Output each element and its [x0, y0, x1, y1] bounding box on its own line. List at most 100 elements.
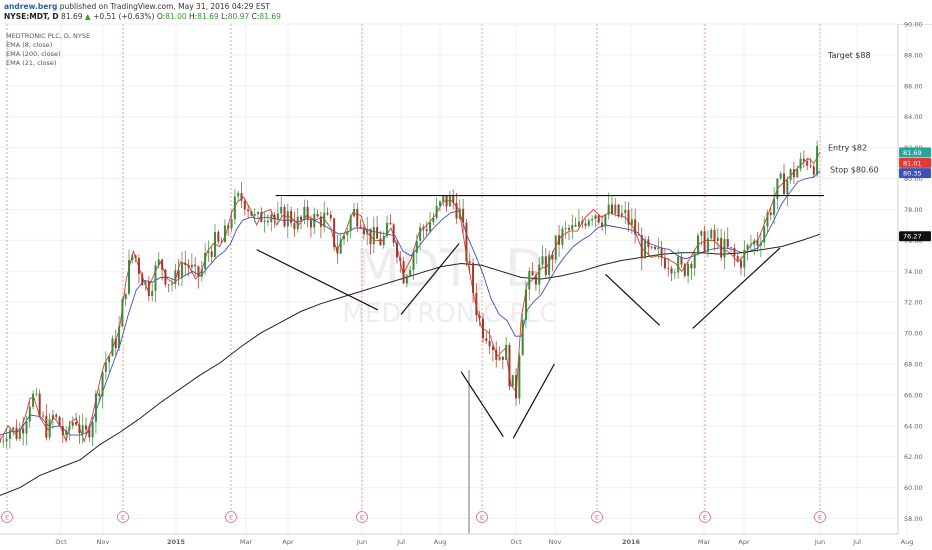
candle-body: [442, 195, 445, 202]
candle-body: [680, 256, 683, 265]
candle-body: [716, 237, 719, 241]
candle-body: [402, 261, 405, 284]
candle-body: [48, 419, 51, 438]
candle-body: [356, 208, 359, 227]
candle-body: [104, 362, 107, 373]
candle-body: [730, 247, 733, 248]
candle-body: [243, 200, 246, 210]
price-tag-label: 81.01: [903, 159, 922, 167]
candle-body: [511, 375, 514, 387]
legend-ema200[interactable]: EMA (200, close): [6, 50, 61, 58]
candle-body: [769, 212, 772, 216]
candle-body: [432, 217, 435, 223]
candle-body: [577, 221, 580, 227]
candle-body: [247, 209, 250, 212]
candle-body: [796, 168, 799, 178]
price-tag-label: 80.35: [903, 170, 922, 178]
candle-body: [250, 211, 253, 216]
candle-body: [683, 264, 686, 276]
candle-body: [541, 256, 544, 265]
candle-body: [637, 234, 640, 236]
candle-body: [422, 227, 425, 230]
candle-body: [445, 195, 448, 207]
candle-body: [276, 213, 279, 220]
x-tick-label: 2016: [622, 538, 641, 546]
candle-body: [455, 202, 458, 219]
candle-body: [180, 262, 183, 278]
legend-ema8[interactable]: EMA (8, close): [6, 41, 52, 49]
candle-body: [458, 208, 461, 219]
candle-body: [91, 421, 94, 438]
x-tick-label: Oct: [55, 538, 67, 546]
candle-body: [766, 212, 769, 227]
candle-body: [190, 264, 193, 268]
candle-body: [468, 261, 471, 263]
candle-body: [174, 270, 177, 284]
candle-body: [544, 256, 547, 276]
candle-body: [290, 211, 293, 224]
candle-body: [45, 415, 48, 438]
candle-body: [584, 223, 587, 226]
candle-body: [505, 344, 508, 360]
candle-body: [660, 247, 663, 258]
candle-body: [85, 425, 88, 430]
y-tick-label: 74.00: [904, 268, 923, 276]
candle-body: [521, 319, 524, 356]
candle-body: [409, 270, 412, 276]
candle-body: [333, 218, 336, 248]
x-tick-label: Jun: [356, 538, 367, 546]
event-marker-label: E: [121, 514, 125, 522]
price-tag-label: 76.27: [903, 233, 922, 241]
candle-body: [740, 260, 743, 268]
candle-body: [429, 222, 432, 232]
candle-body: [266, 220, 269, 223]
candle-body: [61, 426, 64, 435]
candle-body: [736, 256, 739, 261]
candle-body: [32, 393, 35, 407]
candle-body: [22, 428, 25, 434]
candle-body: [395, 242, 398, 258]
candle-body: [753, 240, 756, 245]
event-marker-label: E: [703, 514, 707, 522]
candle-body: [293, 223, 296, 230]
candle-body: [369, 228, 372, 245]
candle-body: [28, 406, 31, 422]
candle-body: [303, 207, 306, 221]
candle-body: [713, 229, 716, 241]
candle-body: [756, 240, 759, 246]
y-tick-label: 78.00: [904, 206, 923, 214]
candle-body: [733, 247, 736, 257]
candle-body: [607, 204, 610, 215]
candle-body: [399, 257, 402, 262]
candle-body: [591, 218, 594, 221]
x-tick-label: Mar: [698, 538, 711, 546]
candle-body: [667, 268, 670, 269]
candle-body: [640, 235, 643, 259]
candle-body: [759, 242, 762, 246]
candle-body: [816, 146, 819, 175]
candle-body: [362, 227, 365, 235]
candle-body: [313, 213, 316, 228]
candle-body: [561, 228, 564, 245]
candle-body: [217, 232, 220, 242]
candle-body: [498, 356, 501, 360]
candle-body: [128, 260, 131, 294]
candle-body: [481, 318, 484, 339]
candle-body: [283, 206, 286, 227]
candle-body: [240, 193, 243, 201]
candle-body: [634, 219, 637, 235]
candle-body: [779, 173, 782, 179]
candle-body: [134, 255, 137, 259]
legend-ema21[interactable]: EMA (21, close): [6, 59, 56, 67]
candle-body: [316, 213, 319, 217]
candle-body: [720, 237, 723, 258]
candle-body: [372, 227, 375, 245]
candle-body: [286, 211, 289, 227]
candle-body: [488, 340, 491, 347]
price-chart[interactable]: MDT, D MEDTRONIC PLC E E E E E E E ETarget $88E…: [0, 0, 932, 550]
candle-body: [644, 239, 647, 259]
candle-body: [349, 216, 352, 232]
candle-body: [88, 429, 91, 438]
candle-body: [164, 269, 167, 285]
candle-body: [657, 247, 660, 250]
